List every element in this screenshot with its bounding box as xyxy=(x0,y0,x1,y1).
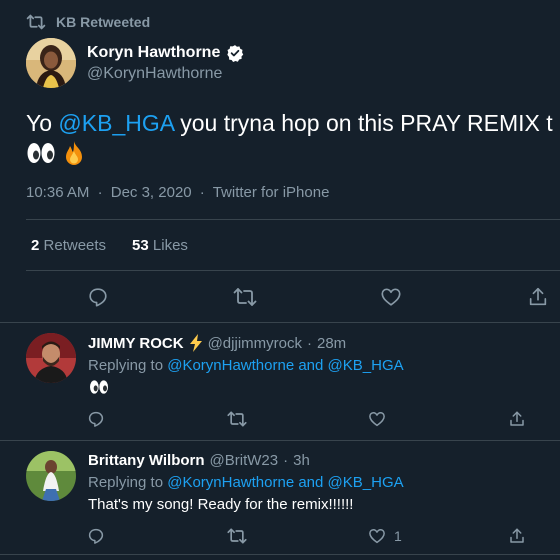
divider xyxy=(0,554,560,555)
tweet-text-prefix: Yo xyxy=(26,110,59,136)
tweet-text-suffix: you tryna hop on this PRAY REMIX t xyxy=(173,110,553,136)
reply-author-name[interactable]: Brittany Wilborn xyxy=(88,452,205,469)
divider xyxy=(26,219,560,220)
reply-icon xyxy=(87,410,105,428)
share-button[interactable] xyxy=(508,526,526,546)
reply-time[interactable]: 3h xyxy=(293,452,310,469)
verified-badge-icon xyxy=(226,44,244,62)
retweet-icon xyxy=(227,410,247,428)
reply-separator: · xyxy=(306,334,312,352)
share-icon xyxy=(508,527,526,545)
replying-and: and xyxy=(298,474,324,491)
reply-author-handle[interactable]: @BritW23 xyxy=(210,452,279,469)
tweet-actions xyxy=(0,286,560,310)
retweeted-label: KB Retweeted xyxy=(56,14,151,30)
avatar[interactable] xyxy=(26,333,76,383)
reply-actions: 1 xyxy=(0,526,560,546)
tweet-date[interactable]: Dec 3, 2020 xyxy=(111,184,192,201)
like-button[interactable] xyxy=(380,286,404,310)
tweet-text: Yo @KB_HGA you tryna hop on this PRAY RE… xyxy=(26,108,560,138)
replying-to: Replying to @KorynHawthorne and @KB_HGA xyxy=(88,357,404,374)
tweet-meta: 10:36 AM · Dec 3, 2020 · Twitter for iPh… xyxy=(26,184,333,201)
replying-user-link[interactable]: @KB_HGA xyxy=(328,474,404,491)
like-label: Likes xyxy=(152,237,188,254)
reply-separator: · xyxy=(283,452,289,469)
author-name[interactable]: Koryn Hawthorne xyxy=(87,44,220,62)
retweets-stat[interactable]: 2 Retweets xyxy=(31,237,106,254)
reply-actions xyxy=(0,409,560,429)
like-button[interactable] xyxy=(368,409,386,429)
meta-separator: · xyxy=(199,184,205,201)
reply-button[interactable] xyxy=(87,286,111,310)
replying-user-link[interactable]: @KB_HGA xyxy=(328,357,404,374)
lightning-emoji-icon xyxy=(189,334,203,352)
replying-to: Replying to @KorynHawthorne and @KB_HGA xyxy=(88,474,404,491)
mention-link[interactable]: @KB_HGA xyxy=(58,110,173,136)
reply-author-handle[interactable]: @djjimmyrock xyxy=(208,335,302,352)
reply-icon xyxy=(87,286,111,308)
tweet-author: Koryn Hawthorne @KorynHawthorne xyxy=(26,38,244,88)
eyes-emoji-icon xyxy=(88,379,404,395)
tweet-stats: 2 Retweets 53 Likes xyxy=(31,237,188,254)
retweet-icon xyxy=(233,286,257,308)
tweet-time[interactable]: 10:36 AM xyxy=(26,184,89,201)
reply-like-count: 1 xyxy=(394,528,402,544)
reply-button[interactable] xyxy=(87,526,105,546)
reply-icon xyxy=(87,527,105,545)
retweeted-header[interactable]: KB Retweeted xyxy=(26,12,150,32)
tweet-emojis xyxy=(26,139,88,167)
retweet-count: 2 xyxy=(31,237,40,254)
like-button[interactable]: 1 xyxy=(368,526,402,546)
heart-icon xyxy=(380,286,404,308)
replying-user-link[interactable]: @KorynHawthorne xyxy=(167,357,294,374)
retweet-button[interactable] xyxy=(233,286,257,310)
share-button[interactable] xyxy=(508,409,526,429)
share-button[interactable] xyxy=(527,286,551,310)
heart-icon xyxy=(368,410,386,428)
tweet-source[interactable]: Twitter for iPhone xyxy=(213,184,330,201)
replying-prefix: Replying to xyxy=(88,474,164,491)
retweet-button[interactable] xyxy=(227,409,247,429)
retweet-label: Retweets xyxy=(43,237,107,254)
heart-icon xyxy=(368,527,386,545)
divider xyxy=(0,440,560,441)
reply-button[interactable] xyxy=(87,409,105,429)
likes-stat[interactable]: 53 Likes xyxy=(132,237,188,254)
meta-separator: · xyxy=(97,184,103,201)
avatar[interactable] xyxy=(26,38,76,88)
retweet-icon xyxy=(227,527,247,545)
reply-body: That's my song! Ready for the remix!!!!!… xyxy=(88,496,354,513)
share-icon xyxy=(527,286,551,308)
share-icon xyxy=(508,410,526,428)
retweet-button[interactable] xyxy=(227,526,247,546)
reply-body xyxy=(88,379,404,395)
reply-time[interactable]: 28m xyxy=(317,335,346,352)
like-count: 53 xyxy=(132,237,149,254)
replying-user-link[interactable]: @KorynHawthorne xyxy=(167,474,294,491)
avatar[interactable] xyxy=(26,451,76,501)
divider xyxy=(26,270,560,271)
retweet-icon xyxy=(26,14,46,30)
fire-emoji-icon xyxy=(60,139,88,167)
eyes-emoji-icon xyxy=(26,141,56,165)
author-handle[interactable]: @KorynHawthorne xyxy=(87,65,244,83)
replying-prefix: Replying to xyxy=(88,357,164,374)
reply-author-name[interactable]: JIMMY ROCK xyxy=(88,335,184,352)
replying-and: and xyxy=(298,357,324,374)
divider xyxy=(0,322,560,323)
